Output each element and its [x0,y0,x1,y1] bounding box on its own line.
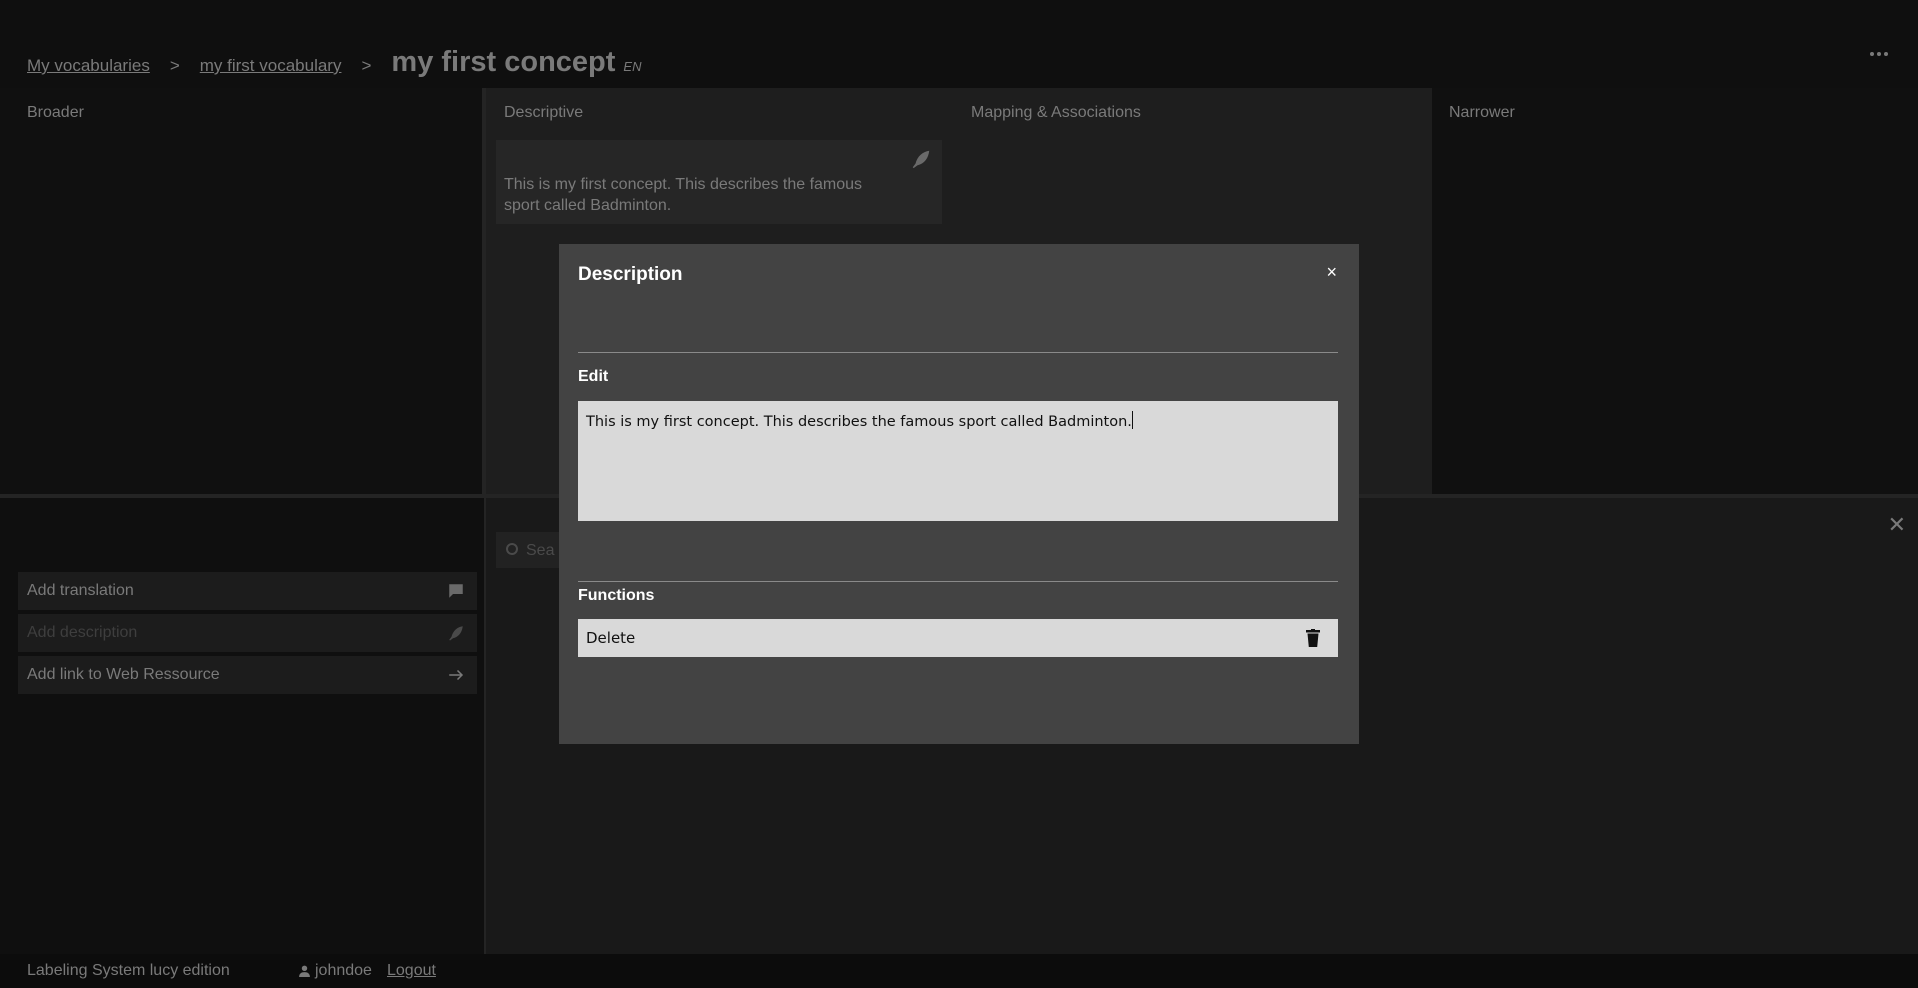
description-card-text: This is my first concept. This describes… [504,176,863,214]
add-web-link-button[interactable]: Add link to Web Ressource [18,656,477,694]
logout-link[interactable]: Logout [387,962,436,980]
delete-button[interactable]: Delete [578,619,1338,657]
breadcrumb: My vocabularies > my first vocabulary > … [27,46,641,79]
column-header-mapping: Mapping & Associations [971,104,1141,121]
breadcrumb-my-vocabularies[interactable]: My vocabularies [27,56,150,76]
delete-label: Delete [586,629,636,647]
description-modal: Description × Edit This is my first conc… [559,244,1359,744]
footer-brand: Labeling System lucy edition [27,962,230,979]
speech-bubble-icon [449,584,463,598]
action-label: Add link to Web Ressource [27,666,220,683]
close-icon[interactable]: ✕ [1888,512,1906,538]
description-textarea[interactable]: This is my first concept. This describes… [578,401,1338,521]
search-icon [506,543,518,555]
modal-title: Description [578,264,683,285]
add-description-button[interactable]: Add description [18,614,477,652]
breadcrumb-vocabulary[interactable]: my first vocabulary [200,56,342,76]
footer-user: johndoe [298,962,372,980]
column-broader: Broader [0,88,482,494]
search-placeholder: Sea [526,542,555,559]
close-icon[interactable]: × [1326,262,1337,283]
description-card[interactable]: This is my first concept. This describes… [496,140,942,224]
page-title: my first concept [391,46,616,78]
footer: Labeling System lucy edition johndoe Log… [0,954,1918,988]
breadcrumb-separator: > [169,56,180,75]
action-label: Add translation [27,582,134,599]
functions-section-label: Functions [578,587,655,604]
trash-icon [1306,629,1320,647]
actions-panel: Add translation Add description Add link… [0,498,484,954]
edit-section-label: Edit [578,368,609,385]
divider [578,352,1338,353]
column-header-narrower: Narrower [1449,104,1515,121]
description-value: This is my first concept. This describes… [586,414,1132,430]
feather-icon [449,626,463,641]
arrow-right-icon [449,669,464,681]
column-header-descriptive: Descriptive [504,104,584,121]
column-header-broader: Broader [27,104,84,121]
divider [578,581,1338,582]
action-label: Add description [27,624,138,641]
language-badge: EN [623,59,642,74]
add-translation-button[interactable]: Add translation [18,572,477,610]
column-narrower: Narrower [1432,88,1918,494]
more-options-icon[interactable] [1870,52,1888,56]
top-bar: My vocabularies > my first vocabulary > … [0,0,1918,88]
username: johndoe [315,962,372,979]
user-icon [299,965,310,977]
feather-icon[interactable] [910,148,932,170]
text-caret [1131,411,1133,429]
breadcrumb-separator: > [361,56,372,75]
